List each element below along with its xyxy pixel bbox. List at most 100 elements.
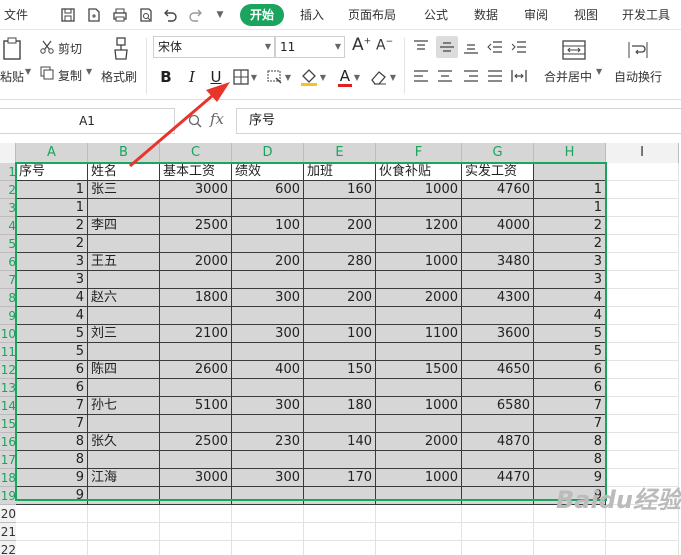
- table-cell[interactable]: [304, 199, 376, 217]
- tab-home[interactable]: 开始: [240, 4, 284, 26]
- clear-format-button[interactable]: ▼: [368, 66, 398, 88]
- table-cell[interactable]: 4650: [462, 361, 534, 379]
- table-cell[interactable]: [160, 541, 232, 555]
- table-cell[interactable]: 4470: [462, 469, 534, 487]
- header-cell[interactable]: 实发工资: [462, 163, 534, 181]
- copy-button[interactable]: 复制: [58, 67, 82, 84]
- row-header[interactable]: 5: [0, 235, 16, 253]
- justify-icon[interactable]: [486, 67, 504, 85]
- table-cell[interactable]: 5: [534, 325, 606, 343]
- table-cell[interactable]: [232, 505, 304, 523]
- table-cell[interactable]: [88, 505, 160, 523]
- table-cell[interactable]: [534, 541, 606, 555]
- table-cell[interactable]: [606, 289, 679, 307]
- table-cell[interactable]: 1: [16, 199, 88, 217]
- row-header[interactable]: 22: [0, 541, 16, 555]
- table-cell[interactable]: [304, 307, 376, 325]
- table-cell[interactable]: [304, 505, 376, 523]
- paste-icon[interactable]: [0, 36, 26, 62]
- table-cell[interactable]: 8: [16, 433, 88, 451]
- table-cell[interactable]: [232, 199, 304, 217]
- table-cell[interactable]: 6: [534, 361, 606, 379]
- table-cell[interactable]: 180: [304, 397, 376, 415]
- save-icon[interactable]: [58, 5, 78, 25]
- table-cell[interactable]: [376, 199, 462, 217]
- header-cell[interactable]: 序号: [16, 163, 88, 181]
- merge-center-button[interactable]: 合并居中: [544, 68, 592, 85]
- shrink-font-button[interactable]: A−: [376, 37, 393, 54]
- table-cell[interactable]: [232, 415, 304, 433]
- table-cell[interactable]: 5: [534, 343, 606, 361]
- table-cell[interactable]: 3000: [160, 181, 232, 199]
- table-cell[interactable]: 6: [16, 361, 88, 379]
- tab-data[interactable]: 数据: [474, 0, 498, 30]
- table-cell[interactable]: 5: [16, 343, 88, 361]
- table-cell[interactable]: 2500: [160, 433, 232, 451]
- tab-developer[interactable]: 开发工具: [622, 0, 670, 30]
- table-cell[interactable]: [606, 361, 679, 379]
- table-cell[interactable]: [88, 451, 160, 469]
- wrap-text-button[interactable]: 自动换行: [614, 68, 662, 85]
- row-header[interactable]: 6: [0, 253, 16, 271]
- table-cell[interactable]: [376, 307, 462, 325]
- table-cell[interactable]: [232, 523, 304, 541]
- merge-cells-icon[interactable]: [560, 38, 588, 62]
- table-cell[interactable]: 刘三: [88, 325, 160, 343]
- table-cell[interactable]: 300: [232, 469, 304, 487]
- row-header[interactable]: 14: [0, 397, 16, 415]
- scissors-icon[interactable]: [38, 38, 56, 56]
- print-icon[interactable]: [110, 5, 130, 25]
- table-cell[interactable]: 9: [16, 469, 88, 487]
- table-cell[interactable]: 1000: [376, 181, 462, 199]
- row-header[interactable]: 4: [0, 217, 16, 235]
- table-cell[interactable]: 2000: [160, 253, 232, 271]
- table-cell[interactable]: [462, 199, 534, 217]
- table-cell[interactable]: [232, 307, 304, 325]
- row-header[interactable]: 10: [0, 325, 16, 343]
- tab-review[interactable]: 审阅: [524, 0, 548, 30]
- table-cell[interactable]: [160, 487, 232, 505]
- align-bottom-icon[interactable]: [462, 38, 480, 56]
- distributed-align-icon[interactable]: [510, 67, 528, 85]
- menu-file[interactable]: 文件: [4, 0, 28, 30]
- table-cell[interactable]: [606, 181, 679, 199]
- merge-dropdown-icon[interactable]: ▼: [596, 67, 602, 76]
- font-name-select[interactable]: 宋体 ▼: [153, 36, 275, 58]
- table-cell[interactable]: 300: [232, 289, 304, 307]
- undo-icon[interactable]: [160, 5, 180, 25]
- table-cell[interactable]: [462, 451, 534, 469]
- table-cell[interactable]: [462, 343, 534, 361]
- table-cell[interactable]: [304, 271, 376, 289]
- table-cell[interactable]: 400: [232, 361, 304, 379]
- table-cell[interactable]: [606, 451, 679, 469]
- table-cell[interactable]: 2: [16, 217, 88, 235]
- table-cell[interactable]: [376, 505, 462, 523]
- header-cell[interactable]: [534, 163, 606, 181]
- redo-icon[interactable]: [186, 5, 206, 25]
- table-cell[interactable]: 王五: [88, 253, 160, 271]
- table-cell[interactable]: [232, 235, 304, 253]
- table-cell[interactable]: 7: [534, 397, 606, 415]
- table-cell[interactable]: [160, 199, 232, 217]
- header-cell[interactable]: [606, 163, 679, 181]
- table-cell[interactable]: [462, 235, 534, 253]
- row-header[interactable]: 21: [0, 523, 16, 541]
- table-cell[interactable]: [88, 523, 160, 541]
- table-cell[interactable]: 200: [304, 289, 376, 307]
- table-cell[interactable]: 1200: [376, 217, 462, 235]
- tab-formulas[interactable]: 公式: [424, 0, 448, 30]
- table-cell[interactable]: [88, 487, 160, 505]
- table-cell[interactable]: 1: [16, 181, 88, 199]
- table-cell[interactable]: [304, 415, 376, 433]
- table-cell[interactable]: [376, 451, 462, 469]
- name-box[interactable]: A1: [0, 108, 175, 134]
- table-cell[interactable]: 300: [232, 325, 304, 343]
- column-header-f[interactable]: F: [376, 143, 462, 163]
- search-icon[interactable]: [186, 112, 204, 130]
- table-cell[interactable]: [376, 379, 462, 397]
- table-cell[interactable]: [232, 451, 304, 469]
- table-cell[interactable]: [606, 343, 679, 361]
- table-cell[interactable]: 7: [16, 397, 88, 415]
- table-cell[interactable]: [304, 379, 376, 397]
- table-cell[interactable]: [304, 541, 376, 555]
